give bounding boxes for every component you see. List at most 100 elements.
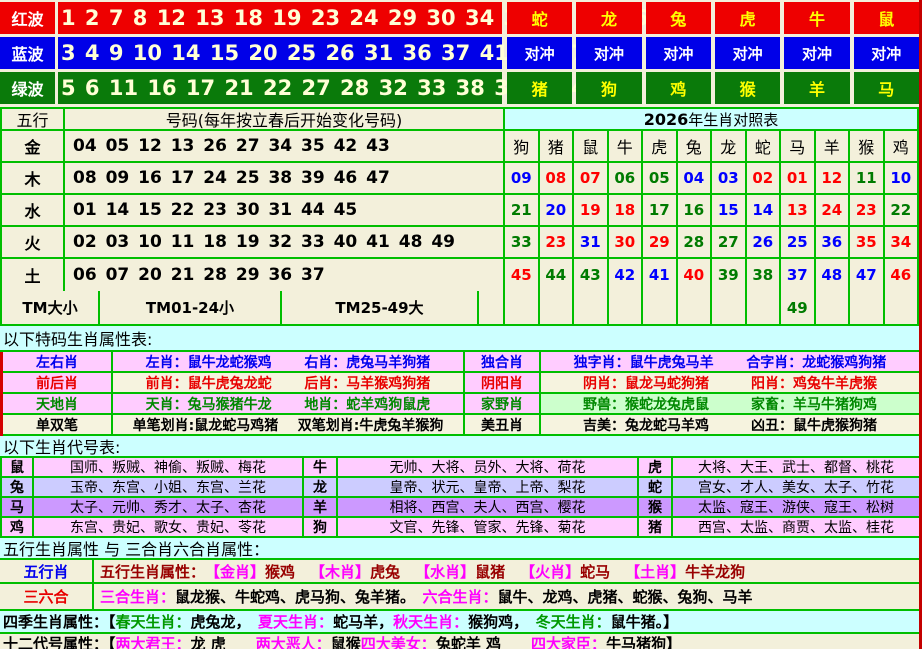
zodiac-header-cell: 虎 (643, 131, 678, 161)
text-segment: 【土肖】 (625, 561, 685, 582)
element-numbers: 06 07 20 21 28 29 36 37 (65, 259, 505, 291)
code-names: 相将、西宫、夫人、西宫、樱花 (338, 498, 639, 516)
text-segment: 虎兔龙， (191, 611, 259, 632)
code-names: 大将、大王、武士、都督、桃花 (673, 458, 919, 476)
tm-size-row: TM大小 TM01-24小 TM25-49大 49 (2, 291, 917, 324)
attribute-content: 独字肖：鼠牛虎兔马羊合字肖：龙蛇猴鸡狗猪 (541, 352, 919, 371)
zodiac-number-cell: 02 (747, 163, 782, 193)
numbers-column-header: 号码(每年按立春后开始变化号码) (65, 109, 505, 129)
code-names: 西宫、太监、商贾、太监、桂花 (673, 518, 919, 536)
zodiac-table-title-year: 2026 (644, 110, 689, 129)
zodiac-number-cell: 31 (574, 227, 609, 257)
zodiac-number-cell: 19 (574, 195, 609, 225)
section-title-attributes: 以下特码生肖属性表: (0, 326, 919, 352)
zodiac-number-cell: 04 (678, 163, 713, 193)
text-segment: 猴狗鸡， (468, 611, 536, 632)
zodiac-number-cell: 20 (540, 195, 575, 225)
zodiac-number-cell: 29 (643, 227, 678, 257)
tm-zodiac-cell (747, 291, 782, 324)
attribute-content: 左肖：鼠牛龙蛇猴鸡右肖：虎兔马羊狗猪 (113, 352, 465, 371)
attribute-text: 阳肖：鸡兔牛羊虎猴 (751, 373, 877, 393)
attribute-label: 独合肖 (465, 352, 541, 371)
wave-zodiac-cell: 猴 (715, 72, 780, 104)
wave-table: 红波1 2 7 8 12 13 18 19 23 24 29 30 34 35 … (0, 0, 919, 104)
zodiac-number-cell: 36 (816, 227, 851, 257)
text-segment: 鼠牛、龙鸡、虎猪、蛇猴、兔狗、马羊 (498, 586, 753, 607)
zodiac-header-cell: 猪 (540, 131, 575, 161)
tm-gap-cell (479, 291, 505, 324)
code-zodiac-label: 马 (2, 498, 34, 516)
wave-zodiac-cells: 蛇龙兔虎牛鼠 (507, 2, 919, 34)
zodiac-number-cell: 24 (816, 195, 851, 225)
attribute-text: 阴肖：鼠龙马蛇狗猪 (583, 373, 709, 393)
code-zodiac-label: 牛 (304, 458, 338, 476)
zodiac-header-cell: 牛 (609, 131, 644, 161)
tm-zodiac-cell (643, 291, 678, 324)
zodiac-number-cell: 05 (643, 163, 678, 193)
text-segment: 秋天生肖： (393, 611, 468, 632)
zodiac-header-cell: 鼠 (574, 131, 609, 161)
attribute-text: 家畜：羊马牛猪狗鸡 (751, 394, 877, 414)
code-zodiac-label: 羊 (304, 498, 338, 516)
attribute-row: 天地肖天肖：兔马猴猪牛龙地肖：蛇羊鸡狗鼠虎家野肖野兽：猴蛇龙兔虎鼠家畜：羊马牛猪… (3, 394, 919, 415)
wave-zodiac-cell: 龙 (576, 2, 641, 34)
zodiac-number-cell: 06 (609, 163, 644, 193)
tm-zodiac-cell (609, 291, 644, 324)
main-table-header: 五行 号码(每年按立春后开始变化号码) 2026年生肖对照表 (2, 109, 917, 131)
zodiac-number-cell: 41 (643, 259, 678, 291)
zodiac-number-cell: 27 (712, 227, 747, 257)
zodiac-number-cell: 09 (505, 163, 540, 193)
wave-zodiac-cell: 羊 (784, 72, 849, 104)
zodiac-number-cell: 37 (781, 259, 816, 291)
code-zodiac-label: 猪 (639, 518, 673, 536)
element-numbers: 01 14 15 22 23 30 31 44 45 (65, 195, 505, 225)
element-numbers: 02 03 10 11 18 19 32 33 40 41 48 49 (65, 227, 505, 257)
zodiac-header-cell: 羊 (816, 131, 851, 161)
wave-row-green: 绿波5 6 11 16 17 21 22 27 28 32 33 38 39 4… (0, 72, 919, 104)
code-table: 鼠国师、叛贼、神偷、叛贼、梅花牛无帅、大将、员外、大将、荷花虎大将、大王、武士、… (0, 458, 919, 538)
code-zodiac-label: 鼠 (2, 458, 34, 476)
zodiac-cells: 212019181716151413242322 (505, 195, 917, 225)
attribute-text: 野兽：猴蛇龙兔虎鼠 (583, 394, 709, 414)
zodiac-header-cell: 龙 (712, 131, 747, 161)
text-segment: 夏天生肖： (258, 611, 333, 632)
zodiac-number-cell: 15 (712, 195, 747, 225)
element-row-木: 木08 09 16 17 24 25 38 39 46 470908070605… (2, 163, 917, 195)
element-row-水: 水01 14 15 22 23 30 31 44 452120191817161… (2, 195, 917, 227)
text-segment: 鼠龙猴、牛蛇鸡、虎马狗、兔羊猪。 (175, 586, 423, 607)
section-title-wuxing: 五行生肖属性 与 三合肖六合肖属性： (0, 538, 919, 560)
zodiac-number-cell: 03 (712, 163, 747, 193)
attribute-label: 阴阳肖 (465, 373, 541, 392)
tm-big-range: TM25-49大 (282, 291, 479, 324)
attribute-text: 吉美：兔龙蛇马羊鸡 (583, 415, 709, 435)
element-numbers: 04 05 12 13 26 27 34 35 42 43 (65, 131, 505, 161)
zodiac-number-cell: 08 (540, 163, 575, 193)
text-segment: 鼠牛猪。】 (611, 611, 679, 632)
text-segment: 五行生肖属性： (100, 561, 205, 582)
five-elements-table: 五行 号码(每年按立春后开始变化号码) 2026年生肖对照表 金04 05 12… (0, 107, 919, 326)
code-row: 鸡东宫、贵妃、歌女、贵妃、苓花狗文官、先锋、管家、先锋、菊花猪西宫、太监、商贾、… (2, 518, 919, 538)
zodiac-table-title: 2026年生肖对照表 (505, 109, 917, 129)
text-segment: 龙 虎 (191, 633, 256, 649)
text-segment: 四季生肖属性：【 (3, 611, 116, 632)
attribute-content: 野兽：猴蛇龙兔虎鼠 家畜：羊马牛猪狗鸡 (541, 394, 919, 413)
zodiac-header-cell: 狗 (505, 131, 540, 161)
zodiac-number-cell: 18 (609, 195, 644, 225)
tm-zodiac-cell (505, 291, 540, 324)
code-names: 国师、叛贼、神偷、叛贼、梅花 (34, 458, 304, 476)
wave-row-red: 红波1 2 7 8 12 13 18 19 23 24 29 30 34 35 … (0, 2, 919, 34)
element-label: 木 (2, 163, 65, 193)
code-row: 兔玉帝、东宫、小姐、东宫、兰花龙皇帝、状元、皇帝、上帝、梨花蛇宫女、才人、美女、… (2, 478, 919, 498)
text-segment: 猴鸡 (265, 561, 310, 582)
wave-zodiac-cell: 对冲 (854, 37, 919, 69)
zodiac-number-cell: 48 (816, 259, 851, 291)
zodiac-number-cell: 26 (747, 227, 782, 257)
attribute-label: 左右肖 (3, 352, 113, 371)
text-segment: 四大美女： (361, 633, 436, 649)
wuxing-zodiac-row: 五行肖 五行生肖属性：【金肖】猴鸡 【木肖】虎兔 【水肖】鼠猪 【火肖】蛇马 【… (0, 560, 919, 584)
zodiac-number-cell: 34 (885, 227, 918, 257)
wave-row-blue: 蓝波3 4 9 10 14 15 20 25 26 31 36 37 41 42… (0, 37, 919, 69)
zodiac-number-cell: 28 (678, 227, 713, 257)
attribute-label: 前后肖 (3, 373, 113, 392)
zodiac-number-cell: 35 (850, 227, 885, 257)
